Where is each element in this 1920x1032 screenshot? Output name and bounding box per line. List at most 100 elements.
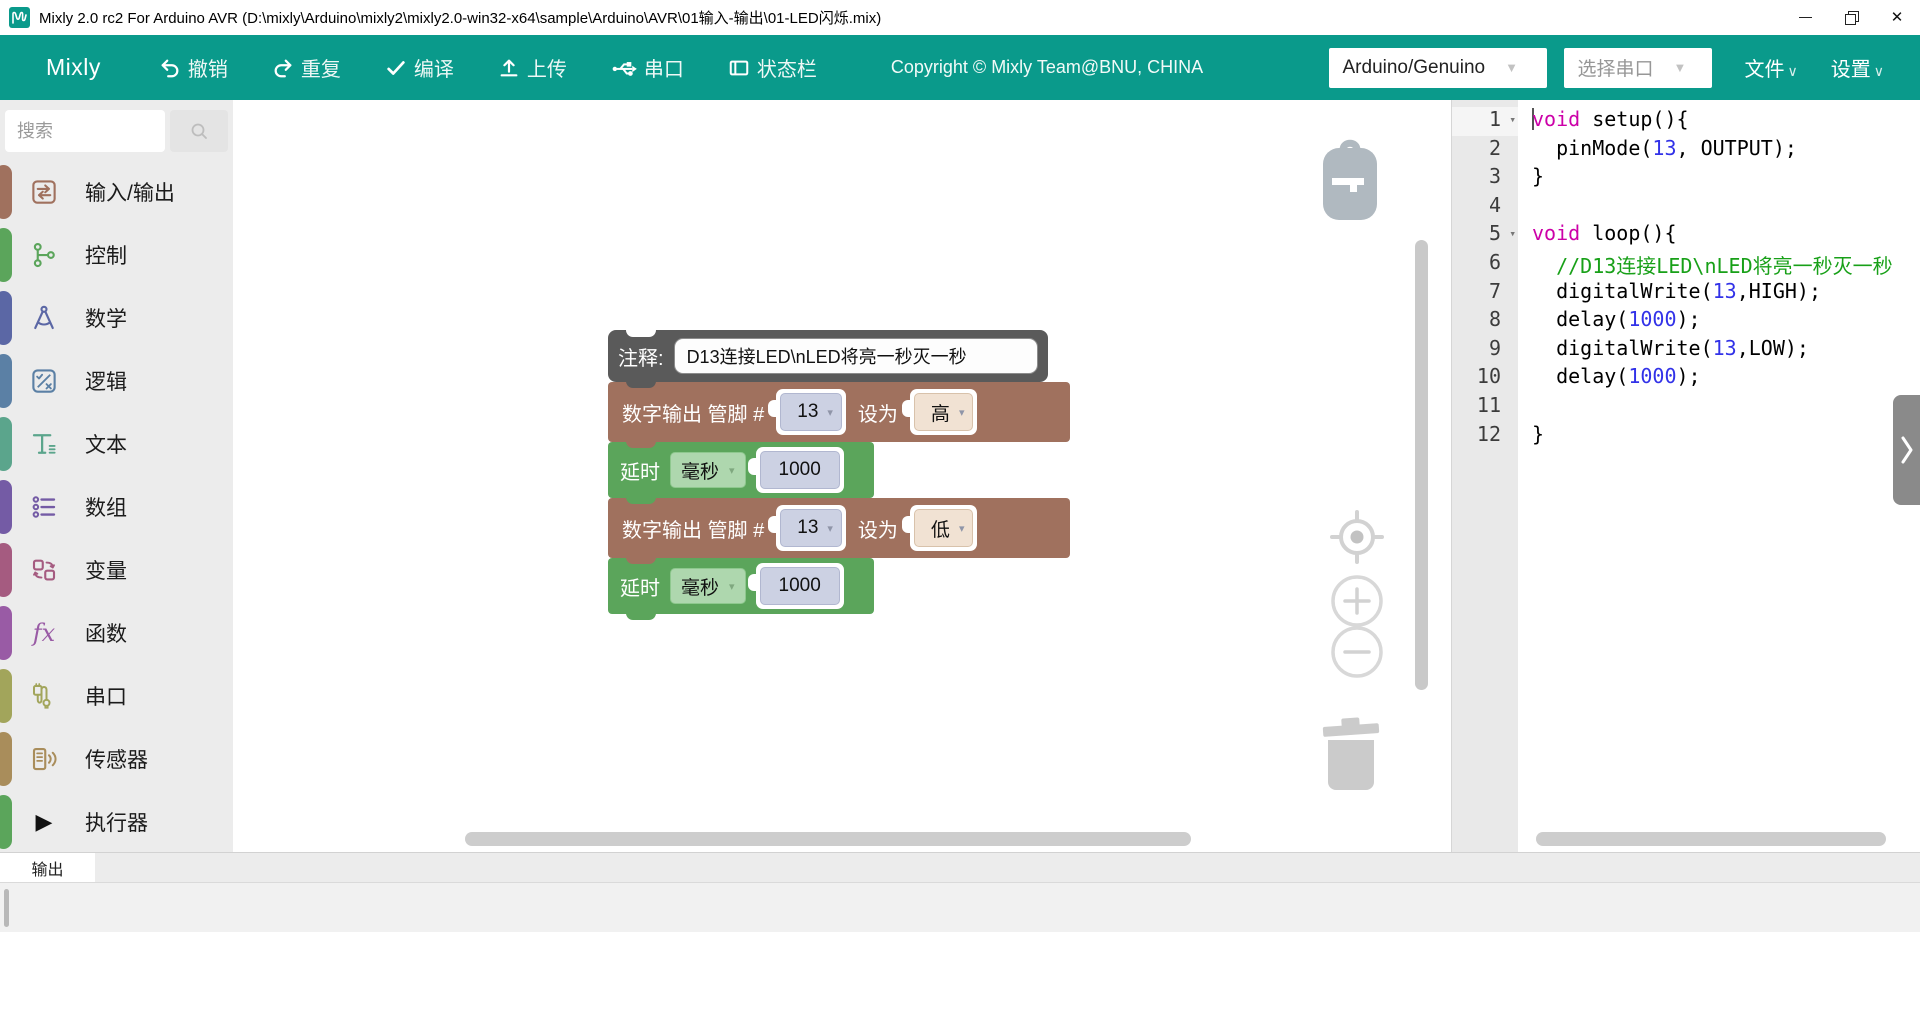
collapse-code-panel-button[interactable] — [1893, 395, 1920, 505]
text-icon — [27, 429, 61, 459]
control-branch-icon — [27, 240, 61, 270]
logic-icon — [27, 366, 61, 396]
pin-socket: 13 ▾ — [776, 505, 846, 551]
port-select-dropdown[interactable]: 选择串口 ▼ — [1564, 48, 1712, 88]
redo-button[interactable]: 重复 — [272, 53, 341, 82]
code-line: } — [1532, 422, 1920, 451]
code-line: delay(1000); — [1532, 307, 1920, 336]
undo-button[interactable]: 撤销 — [159, 53, 228, 82]
line-number: 8 — [1452, 307, 1518, 336]
level-dropdown[interactable]: 低 ▾ — [914, 509, 974, 547]
compile-check-icon — [385, 57, 407, 79]
sidebar-item-math[interactable]: 数学 — [0, 286, 233, 349]
blockly-workspace[interactable]: 注释: D13连接LED\nLED将亮一秒灭一秒 数字输出 管脚 # 13 ▾ … — [233, 100, 1451, 852]
delay-value-field[interactable]: 1000 — [760, 567, 840, 605]
category-color-pill — [0, 228, 12, 282]
zoom-in-icon — [1330, 574, 1384, 628]
zoom-reset-button[interactable] — [1329, 509, 1385, 570]
search-button[interactable] — [170, 110, 228, 152]
sidebar-item-serial[interactable]: 串口 — [0, 664, 233, 727]
statusbar-button[interactable]: 状态栏 — [728, 53, 817, 82]
menu-file[interactable]: 文件∨ — [1745, 53, 1798, 82]
serial-monitor-button[interactable]: 串口 — [611, 53, 684, 82]
upload-button[interactable]: 上传 — [498, 53, 567, 82]
toolbar: Mixly 撤销 重复 编译 上传 串口 状态栏 Copyright © Mix… — [0, 35, 1920, 100]
sidebar-item-control[interactable]: 控制 — [0, 223, 233, 286]
delay-block[interactable]: 延时 毫秒 ▾ 1000 — [608, 442, 874, 498]
io-icon — [27, 177, 61, 207]
block-stack: 注释: D13连接LED\nLED将亮一秒灭一秒 数字输出 管脚 # 13 ▾ … — [608, 330, 1070, 614]
fold-caret-icon[interactable]: ▾ — [1509, 227, 1516, 240]
minimize-icon — [1799, 17, 1812, 18]
comment-block[interactable]: 注释: D13连接LED\nLED将亮一秒灭一秒 — [608, 330, 1048, 382]
board-select-dropdown[interactable]: Arduino/Genuino ▼ — [1329, 48, 1547, 88]
chevron-down-icon: ▾ — [827, 522, 833, 535]
zoom-out-button[interactable] — [1330, 625, 1384, 684]
canvas-vertical-scrollbar[interactable] — [1415, 240, 1428, 690]
serial-usb-icon — [611, 57, 637, 79]
sidebar-item-variable[interactable]: 变量 — [0, 538, 233, 601]
digital-write-block[interactable]: 数字输出 管脚 # 13 ▾ 设为 高 ▾ — [608, 382, 1070, 442]
tab-output[interactable]: 输出 — [0, 853, 95, 882]
output-tab-bar: 输出 — [0, 852, 1920, 882]
minimize-button[interactable] — [1782, 0, 1828, 35]
menu-settings[interactable]: 设置∨ — [1831, 53, 1884, 82]
compile-button[interactable]: 编译 — [385, 53, 454, 82]
level-socket: 低 ▾ — [910, 505, 978, 551]
sidebar-item-logic[interactable]: 逻辑 — [0, 349, 233, 412]
redo-icon — [272, 57, 294, 79]
chevron-down-icon: ▼ — [1674, 60, 1687, 75]
statusbar-icon — [728, 57, 750, 79]
code-line: delay(1000); — [1532, 364, 1920, 393]
digital-write-block[interactable]: 数字输出 管脚 # 13 ▾ 设为 低 ▾ — [608, 498, 1070, 558]
search-input[interactable] — [5, 110, 165, 152]
restore-icon — [1845, 11, 1858, 24]
trash-icon[interactable] — [1318, 716, 1384, 799]
code-line: } — [1532, 164, 1920, 193]
serial-cable-icon — [27, 681, 61, 711]
delay-unit-dropdown[interactable]: 毫秒 ▾ — [670, 568, 746, 604]
code-horizontal-scrollbar[interactable] — [1536, 832, 1886, 846]
fold-caret-icon[interactable]: ▾ — [1509, 113, 1516, 126]
canvas-horizontal-scrollbar[interactable] — [465, 832, 1191, 846]
sidebar-item-actuator[interactable]: ▶ 执行器 — [0, 790, 233, 853]
sidebar-item-text[interactable]: 文本 — [0, 412, 233, 475]
category-color-pill — [0, 795, 12, 849]
variable-swap-icon — [27, 555, 61, 585]
delay-block[interactable]: 延时 毫秒 ▾ 1000 — [608, 558, 874, 614]
chevron-down-icon: ▾ — [729, 580, 735, 593]
code-line: pinMode(13, OUTPUT); — [1532, 136, 1920, 165]
delay-value-field[interactable]: 1000 — [760, 451, 840, 489]
sidebar-item-sensor[interactable]: 传感器 — [0, 727, 233, 790]
chevron-right-icon — [1899, 430, 1915, 470]
chevron-down-icon: ▾ — [959, 522, 965, 535]
copyright-text: Copyright © Mixly Team@BNU, CHINA — [891, 57, 1203, 78]
sidebar-item-io[interactable]: 输入/输出 — [0, 160, 233, 223]
chevron-down-icon: ▾ — [959, 406, 965, 419]
math-compass-icon — [27, 303, 61, 333]
pin-dropdown[interactable]: 13 ▾ — [780, 393, 842, 431]
line-number: 4 — [1452, 193, 1518, 222]
sidebar-item-function[interactable]: fx 函数 — [0, 601, 233, 664]
pin-dropdown[interactable]: 13 ▾ — [780, 509, 842, 547]
delay-value-socket: 1000 — [756, 447, 844, 493]
sidebar-item-array[interactable]: 数组 — [0, 475, 233, 538]
delay-unit-dropdown[interactable]: 毫秒 ▾ — [670, 452, 746, 488]
code-line: digitalWrite(13,HIGH); — [1532, 279, 1920, 308]
line-number: 6 — [1452, 250, 1518, 279]
zoom-out-icon — [1330, 625, 1384, 679]
chevron-down-icon: ▼ — [1505, 60, 1518, 75]
restore-button[interactable] — [1828, 0, 1874, 35]
category-color-pill — [0, 417, 12, 471]
delay-value-socket: 1000 — [756, 563, 844, 609]
category-color-pill — [0, 543, 12, 597]
code-editor[interactable]: void setup(){ pinMode(13, OUTPUT); } voi… — [1518, 100, 1920, 852]
level-dropdown[interactable]: 高 ▾ — [914, 393, 974, 431]
close-button[interactable]: ✕ — [1874, 0, 1920, 35]
line-number: 11 — [1452, 393, 1518, 422]
category-color-pill — [0, 732, 12, 786]
comment-text-field[interactable]: D13连接LED\nLED将亮一秒灭一秒 — [674, 338, 1038, 374]
output-scrollbar[interactable] — [4, 889, 9, 927]
output-console[interactable] — [0, 882, 1920, 932]
backpack-icon[interactable] — [1318, 134, 1382, 233]
